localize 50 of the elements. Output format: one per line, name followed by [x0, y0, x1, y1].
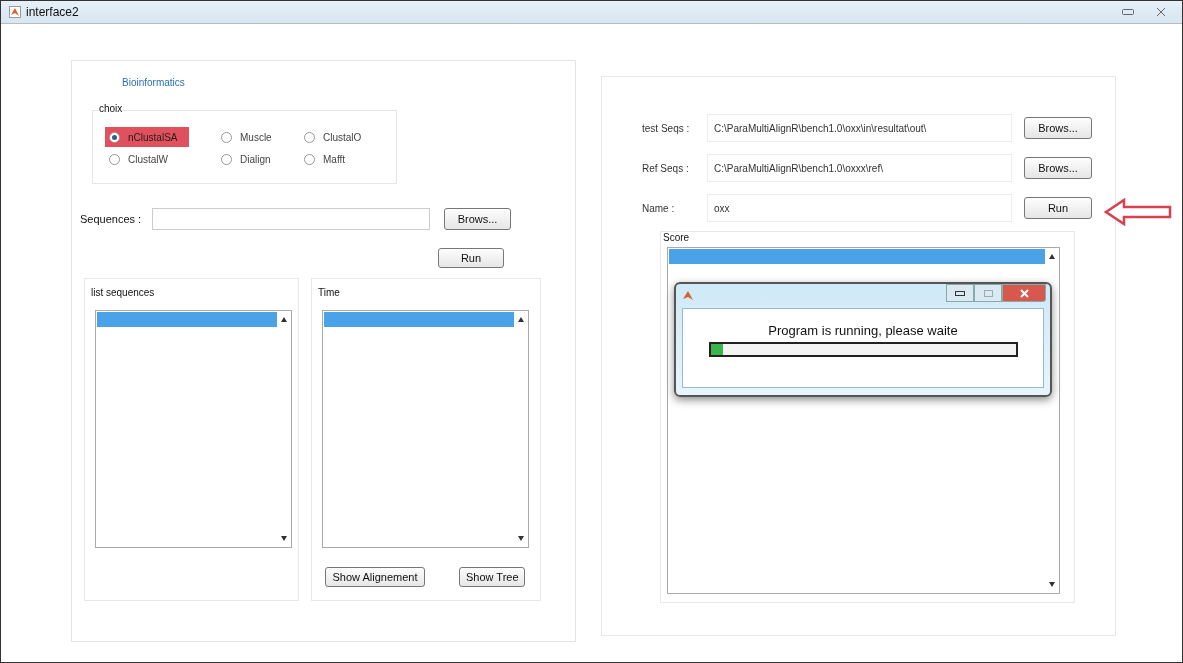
radio-button[interactable] [304, 153, 315, 165]
radio-label: Muscle [240, 131, 272, 143]
run-button[interactable]: Run [438, 248, 504, 268]
input-field[interactable]: C:\ParaMultiAlignR\bench1.0\oxxx\ref\ [707, 154, 1012, 182]
browse-button[interactable]: Brows... [1024, 117, 1092, 139]
browse-button[interactable]: Brows... [444, 208, 511, 230]
minimize-button[interactable] [946, 284, 974, 302]
group-label: Score [663, 232, 691, 243]
radio-label: ClustalO [323, 131, 362, 143]
group-label: Time [318, 287, 341, 298]
window-title: interface2 [26, 5, 79, 19]
maximize-icon [983, 289, 993, 297]
field-label: test Seqs : [642, 122, 691, 134]
input-field[interactable]: oxx [707, 194, 1012, 222]
scroll-down-icon[interactable] [1049, 582, 1055, 587]
group-label: choix [99, 103, 123, 114]
radio-label: Dialign [240, 153, 271, 165]
radio-label: Mafft [323, 153, 346, 165]
group-label: list sequences [91, 287, 156, 298]
run-button[interactable]: Run [1024, 197, 1092, 219]
radio-label: nClustalSA [128, 131, 178, 143]
close-icon [1019, 288, 1029, 298]
scroll-up-icon[interactable] [518, 317, 524, 322]
close-button[interactable] [1156, 7, 1166, 17]
radio-button[interactable] [109, 131, 120, 143]
show-tree-button[interactable]: Show Tree [459, 567, 525, 587]
radio-button[interactable] [221, 131, 232, 143]
field-label: Ref Seqs : [642, 162, 690, 174]
input-field[interactable]: C:\ParaMultiAlignR\bench1.0\oxx\in\resultat\out\ [707, 114, 1012, 142]
close-button[interactable] [1002, 284, 1046, 302]
arrow-icon [1104, 198, 1172, 226]
app-icon [682, 290, 694, 302]
radio-button[interactable] [221, 153, 232, 165]
panel-title: Bioinformatics [122, 77, 186, 88]
show-alignment-button[interactable]: Show Alignement [325, 567, 425, 587]
input-field[interactable] [152, 208, 430, 230]
field-label: Sequences : [80, 213, 143, 225]
minimize-icon [955, 290, 965, 296]
scroll-down-icon[interactable] [281, 536, 287, 541]
field-label: Name : [642, 202, 676, 214]
radio-button[interactable] [304, 131, 315, 143]
scroll-up-icon[interactable] [1049, 254, 1055, 259]
radio-label: ClustalW [128, 153, 168, 165]
app-icon [9, 6, 21, 18]
browse-button[interactable]: Brows... [1024, 157, 1092, 179]
minimize-button[interactable] [1122, 9, 1134, 15]
status-message: Program is running, please waite [768, 323, 958, 338]
scroll-up-icon[interactable] [281, 317, 287, 322]
scroll-down-icon[interactable] [518, 536, 524, 541]
radio-button[interactable] [109, 153, 120, 165]
